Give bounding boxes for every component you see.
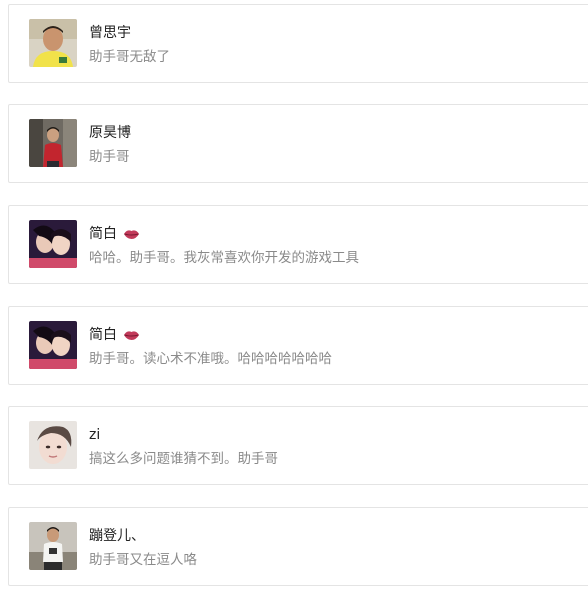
avatar[interactable]: [29, 421, 77, 469]
lips-icon: [123, 329, 140, 341]
commenter-name[interactable]: 原昊博: [89, 123, 131, 143]
avatar-woman-portrait-icon: [29, 421, 77, 469]
comment-card: 曾思宇 助手哥无敌了: [8, 4, 588, 83]
avatar[interactable]: [29, 321, 77, 369]
comment-text: 助手哥无敌了: [89, 49, 170, 65]
commenter-name[interactable]: 蹦登儿、: [89, 526, 145, 546]
commenter-name[interactable]: 简白: [89, 224, 117, 244]
commenter-name[interactable]: zi: [89, 425, 100, 445]
comment-card: 原昊博 助手哥: [8, 104, 588, 183]
comment-card: 简白 哈哈。助手哥。我灰常喜欢你开发的游戏工具: [8, 205, 588, 284]
comment-text: 助手哥又在逗人咯: [89, 552, 197, 568]
commenter-name[interactable]: 曾思宇: [89, 23, 131, 43]
comment-text: 哈哈。助手哥。我灰常喜欢你开发的游戏工具: [89, 250, 359, 266]
comment-card: 简白 助手哥。读心术不准哦。哈哈哈哈哈哈哈: [8, 306, 588, 385]
avatar-couple-selfie-icon: [29, 321, 77, 369]
avatar[interactable]: [29, 220, 77, 268]
comment-list: 曾思宇 助手哥无敌了 原昊博 助手哥 简白 哈哈。助手哥。我灰常喜欢你开发的游戏…: [0, 0, 588, 598]
avatar-man-white-shirt-icon: [29, 522, 77, 570]
avatar-boy-red-shirt-icon: [29, 119, 77, 167]
avatar[interactable]: [29, 522, 77, 570]
avatar[interactable]: [29, 19, 77, 67]
comment-card: zi 搞这么多问题谁猜不到。助手哥: [8, 406, 588, 485]
comment-card: 蹦登儿、 助手哥又在逗人咯: [8, 507, 588, 586]
lips-icon: [123, 228, 140, 240]
avatar[interactable]: [29, 119, 77, 167]
avatar-man-yellow-shirt-icon: [29, 19, 77, 67]
comment-text: 助手哥。读心术不准哦。哈哈哈哈哈哈哈: [89, 351, 332, 367]
comment-text: 搞这么多问题谁猜不到。助手哥: [89, 451, 278, 467]
avatar-couple-selfie-icon: [29, 220, 77, 268]
commenter-name[interactable]: 简白: [89, 325, 117, 345]
comment-text: 助手哥: [89, 149, 130, 165]
